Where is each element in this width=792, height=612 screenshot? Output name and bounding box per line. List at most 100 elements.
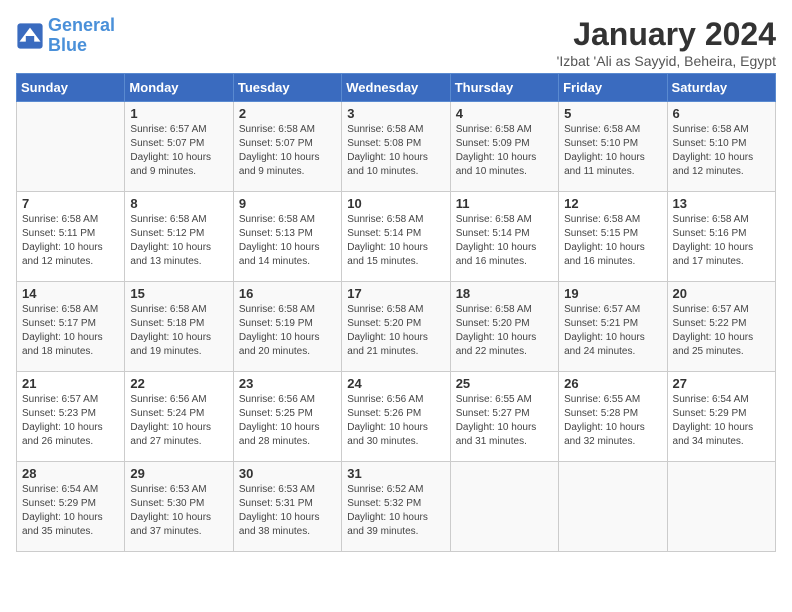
table-row: 4 Sunrise: 6:58 AMSunset: 5:09 PMDayligh… bbox=[450, 102, 558, 192]
day-info: Sunrise: 6:56 AMSunset: 5:24 PMDaylight:… bbox=[130, 393, 227, 449]
day-info: Sunrise: 6:56 AMSunset: 5:26 PMDaylight:… bbox=[347, 393, 444, 449]
table-row: 6 Sunrise: 6:58 AMSunset: 5:10 PMDayligh… bbox=[667, 102, 775, 192]
day-number: 23 bbox=[239, 376, 336, 391]
day-info: Sunrise: 6:57 AMSunset: 5:22 PMDaylight:… bbox=[673, 303, 770, 359]
calendar-week-row: 28 Sunrise: 6:54 AMSunset: 5:29 PMDaylig… bbox=[17, 462, 776, 552]
logo-line2: Blue bbox=[48, 35, 87, 55]
logo: General Blue bbox=[16, 16, 115, 56]
table-row: 11 Sunrise: 6:58 AMSunset: 5:14 PMDaylig… bbox=[450, 192, 558, 282]
table-row: 14 Sunrise: 6:58 AMSunset: 5:17 PMDaylig… bbox=[17, 282, 125, 372]
header-sunday: Sunday bbox=[17, 74, 125, 102]
day-info: Sunrise: 6:58 AMSunset: 5:16 PMDaylight:… bbox=[673, 213, 770, 269]
day-info: Sunrise: 6:58 AMSunset: 5:15 PMDaylight:… bbox=[564, 213, 661, 269]
day-number: 9 bbox=[239, 196, 336, 211]
table-row: 5 Sunrise: 6:58 AMSunset: 5:10 PMDayligh… bbox=[559, 102, 667, 192]
calendar-header-row: Sunday Monday Tuesday Wednesday Thursday… bbox=[17, 74, 776, 102]
day-info: Sunrise: 6:58 AMSunset: 5:07 PMDaylight:… bbox=[239, 123, 336, 179]
day-info: Sunrise: 6:58 AMSunset: 5:17 PMDaylight:… bbox=[22, 303, 119, 359]
calendar-title: January 2024 bbox=[557, 16, 776, 53]
day-number: 21 bbox=[22, 376, 119, 391]
day-number: 31 bbox=[347, 466, 444, 481]
day-info: Sunrise: 6:58 AMSunset: 5:12 PMDaylight:… bbox=[130, 213, 227, 269]
day-info: Sunrise: 6:57 AMSunset: 5:07 PMDaylight:… bbox=[130, 123, 227, 179]
table-row: 8 Sunrise: 6:58 AMSunset: 5:12 PMDayligh… bbox=[125, 192, 233, 282]
day-number: 7 bbox=[22, 196, 119, 211]
day-info: Sunrise: 6:57 AMSunset: 5:23 PMDaylight:… bbox=[22, 393, 119, 449]
logo-icon bbox=[16, 22, 44, 50]
day-info: Sunrise: 6:54 AMSunset: 5:29 PMDaylight:… bbox=[673, 393, 770, 449]
table-row: 2 Sunrise: 6:58 AMSunset: 5:07 PMDayligh… bbox=[233, 102, 341, 192]
calendar-subtitle: 'Izbat 'Ali as Sayyid, Beheira, Egypt bbox=[557, 53, 776, 69]
day-info: Sunrise: 6:58 AMSunset: 5:08 PMDaylight:… bbox=[347, 123, 444, 179]
day-number: 29 bbox=[130, 466, 227, 481]
day-number: 16 bbox=[239, 286, 336, 301]
day-info: Sunrise: 6:56 AMSunset: 5:25 PMDaylight:… bbox=[239, 393, 336, 449]
table-row: 17 Sunrise: 6:58 AMSunset: 5:20 PMDaylig… bbox=[342, 282, 450, 372]
day-info: Sunrise: 6:55 AMSunset: 5:27 PMDaylight:… bbox=[456, 393, 553, 449]
day-info: Sunrise: 6:58 AMSunset: 5:19 PMDaylight:… bbox=[239, 303, 336, 359]
table-row: 21 Sunrise: 6:57 AMSunset: 5:23 PMDaylig… bbox=[17, 372, 125, 462]
table-row: 1 Sunrise: 6:57 AMSunset: 5:07 PMDayligh… bbox=[125, 102, 233, 192]
table-row bbox=[667, 462, 775, 552]
day-number: 30 bbox=[239, 466, 336, 481]
day-number: 3 bbox=[347, 106, 444, 121]
day-info: Sunrise: 6:58 AMSunset: 5:09 PMDaylight:… bbox=[456, 123, 553, 179]
day-info: Sunrise: 6:52 AMSunset: 5:32 PMDaylight:… bbox=[347, 483, 444, 539]
day-number: 13 bbox=[673, 196, 770, 211]
day-number: 28 bbox=[22, 466, 119, 481]
calendar-week-row: 21 Sunrise: 6:57 AMSunset: 5:23 PMDaylig… bbox=[17, 372, 776, 462]
day-info: Sunrise: 6:58 AMSunset: 5:10 PMDaylight:… bbox=[673, 123, 770, 179]
day-info: Sunrise: 6:53 AMSunset: 5:31 PMDaylight:… bbox=[239, 483, 336, 539]
header-saturday: Saturday bbox=[667, 74, 775, 102]
title-block: January 2024 'Izbat 'Ali as Sayyid, Behe… bbox=[557, 16, 776, 69]
calendar-week-row: 1 Sunrise: 6:57 AMSunset: 5:07 PMDayligh… bbox=[17, 102, 776, 192]
table-row: 3 Sunrise: 6:58 AMSunset: 5:08 PMDayligh… bbox=[342, 102, 450, 192]
day-number: 27 bbox=[673, 376, 770, 391]
day-number: 5 bbox=[564, 106, 661, 121]
day-info: Sunrise: 6:58 AMSunset: 5:14 PMDaylight:… bbox=[347, 213, 444, 269]
day-number: 6 bbox=[673, 106, 770, 121]
day-info: Sunrise: 6:58 AMSunset: 5:20 PMDaylight:… bbox=[347, 303, 444, 359]
logo-line1: General bbox=[48, 15, 115, 35]
day-number: 17 bbox=[347, 286, 444, 301]
table-row: 28 Sunrise: 6:54 AMSunset: 5:29 PMDaylig… bbox=[17, 462, 125, 552]
table-row: 25 Sunrise: 6:55 AMSunset: 5:27 PMDaylig… bbox=[450, 372, 558, 462]
header-tuesday: Tuesday bbox=[233, 74, 341, 102]
day-number: 24 bbox=[347, 376, 444, 391]
header-wednesday: Wednesday bbox=[342, 74, 450, 102]
table-row: 18 Sunrise: 6:58 AMSunset: 5:20 PMDaylig… bbox=[450, 282, 558, 372]
page-header: General Blue January 2024 'Izbat 'Ali as… bbox=[16, 16, 776, 69]
table-row: 13 Sunrise: 6:58 AMSunset: 5:16 PMDaylig… bbox=[667, 192, 775, 282]
header-friday: Friday bbox=[559, 74, 667, 102]
table-row: 26 Sunrise: 6:55 AMSunset: 5:28 PMDaylig… bbox=[559, 372, 667, 462]
day-number: 10 bbox=[347, 196, 444, 211]
day-info: Sunrise: 6:58 AMSunset: 5:10 PMDaylight:… bbox=[564, 123, 661, 179]
table-row: 22 Sunrise: 6:56 AMSunset: 5:24 PMDaylig… bbox=[125, 372, 233, 462]
day-number: 22 bbox=[130, 376, 227, 391]
day-info: Sunrise: 6:54 AMSunset: 5:29 PMDaylight:… bbox=[22, 483, 119, 539]
day-info: Sunrise: 6:58 AMSunset: 5:11 PMDaylight:… bbox=[22, 213, 119, 269]
day-info: Sunrise: 6:57 AMSunset: 5:21 PMDaylight:… bbox=[564, 303, 661, 359]
table-row: 30 Sunrise: 6:53 AMSunset: 5:31 PMDaylig… bbox=[233, 462, 341, 552]
day-number: 15 bbox=[130, 286, 227, 301]
table-row: 29 Sunrise: 6:53 AMSunset: 5:30 PMDaylig… bbox=[125, 462, 233, 552]
table-row: 12 Sunrise: 6:58 AMSunset: 5:15 PMDaylig… bbox=[559, 192, 667, 282]
day-number: 18 bbox=[456, 286, 553, 301]
table-row: 9 Sunrise: 6:58 AMSunset: 5:13 PMDayligh… bbox=[233, 192, 341, 282]
day-number: 12 bbox=[564, 196, 661, 211]
table-row: 24 Sunrise: 6:56 AMSunset: 5:26 PMDaylig… bbox=[342, 372, 450, 462]
day-number: 19 bbox=[564, 286, 661, 301]
day-number: 2 bbox=[239, 106, 336, 121]
day-info: Sunrise: 6:58 AMSunset: 5:14 PMDaylight:… bbox=[456, 213, 553, 269]
day-number: 1 bbox=[130, 106, 227, 121]
day-number: 20 bbox=[673, 286, 770, 301]
day-number: 11 bbox=[456, 196, 553, 211]
table-row: 16 Sunrise: 6:58 AMSunset: 5:19 PMDaylig… bbox=[233, 282, 341, 372]
header-thursday: Thursday bbox=[450, 74, 558, 102]
day-number: 14 bbox=[22, 286, 119, 301]
table-row bbox=[450, 462, 558, 552]
logo-text: General Blue bbox=[48, 16, 115, 56]
day-info: Sunrise: 6:55 AMSunset: 5:28 PMDaylight:… bbox=[564, 393, 661, 449]
table-row: 27 Sunrise: 6:54 AMSunset: 5:29 PMDaylig… bbox=[667, 372, 775, 462]
table-row bbox=[17, 102, 125, 192]
